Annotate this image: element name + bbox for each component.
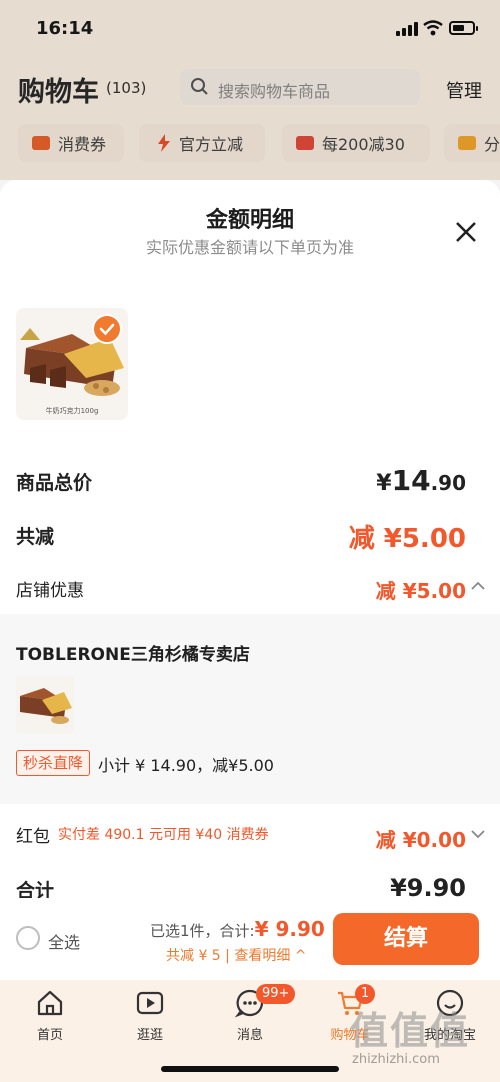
- total-price-label: 商品总价: [16, 472, 93, 494]
- shop-discount-label: 店铺优惠: [16, 581, 84, 601]
- home-icon: [37, 990, 63, 1016]
- shop-subtotal: 小计 ¥ 14.90，减¥5.00: [98, 756, 274, 775]
- tab-label: 逛逛: [136, 1028, 163, 1043]
- price-decimal: .90: [430, 471, 466, 495]
- product-caption: 牛奶巧克力100g: [45, 407, 99, 415]
- redpacket-label: 红包: [16, 827, 50, 847]
- selected-total: ¥ 9.90: [254, 917, 325, 941]
- redpacket-value[interactable]: 减 ¥0.00: [376, 824, 466, 853]
- play-icon: [136, 991, 164, 1015]
- close-icon[interactable]: [452, 218, 480, 246]
- watermark-logo: 值值值: [350, 1009, 471, 1053]
- total-price-value: ¥14.90: [376, 464, 466, 497]
- home-indicator[interactable]: [161, 1066, 339, 1072]
- select-all-radio[interactable]: [16, 926, 40, 950]
- tab-home[interactable]: 首页: [0, 980, 100, 1050]
- redpacket-note: 实付差 490.1 元可用 ¥40 消费券: [58, 827, 269, 843]
- tab-label: 首页: [36, 1028, 63, 1043]
- shop-name: TOBLERONE三角杉橘专卖店: [16, 645, 250, 665]
- view-detail-link[interactable]: 共减 ¥ 5 | 查看明细 ^: [166, 945, 307, 965]
- messages-badge: 99+: [256, 984, 296, 1004]
- chevron-down-icon[interactable]: [470, 828, 486, 840]
- selected-summary: 已选1件，合计:¥ 9.90: [150, 917, 325, 941]
- checkmark-icon: [99, 323, 115, 336]
- shop-discount-value[interactable]: 减 ¥5.00: [376, 575, 466, 604]
- watermark-url: zhizhizhi.com: [352, 1052, 440, 1067]
- currency-symbol: ¥: [376, 471, 392, 496]
- shop-product-thumbnail: [16, 676, 74, 734]
- total-discount-label: 共减: [16, 526, 55, 548]
- price-integer: 14: [391, 464, 431, 497]
- dim-overlay[interactable]: [0, 0, 500, 180]
- sheet-title: 金额明细: [205, 208, 294, 233]
- chocolate-thumbnail-image: [16, 676, 74, 734]
- selected-check[interactable]: [92, 314, 122, 344]
- tab-explore[interactable]: 逛逛: [100, 980, 200, 1050]
- select-all-label[interactable]: 全选: [48, 929, 80, 953]
- chevron-up-icon[interactable]: [470, 580, 486, 592]
- tab-label: 消息: [236, 1028, 263, 1043]
- sheet-subtitle: 实际优惠金额请以下单页为准: [145, 238, 354, 257]
- total-discount-value: 减 ¥5.00: [348, 524, 466, 554]
- checkout-button[interactable]: 结算: [333, 913, 479, 965]
- flash-sale-tag: 秒杀直降: [16, 750, 91, 776]
- selected-text: 已选1件，合计:: [150, 922, 255, 940]
